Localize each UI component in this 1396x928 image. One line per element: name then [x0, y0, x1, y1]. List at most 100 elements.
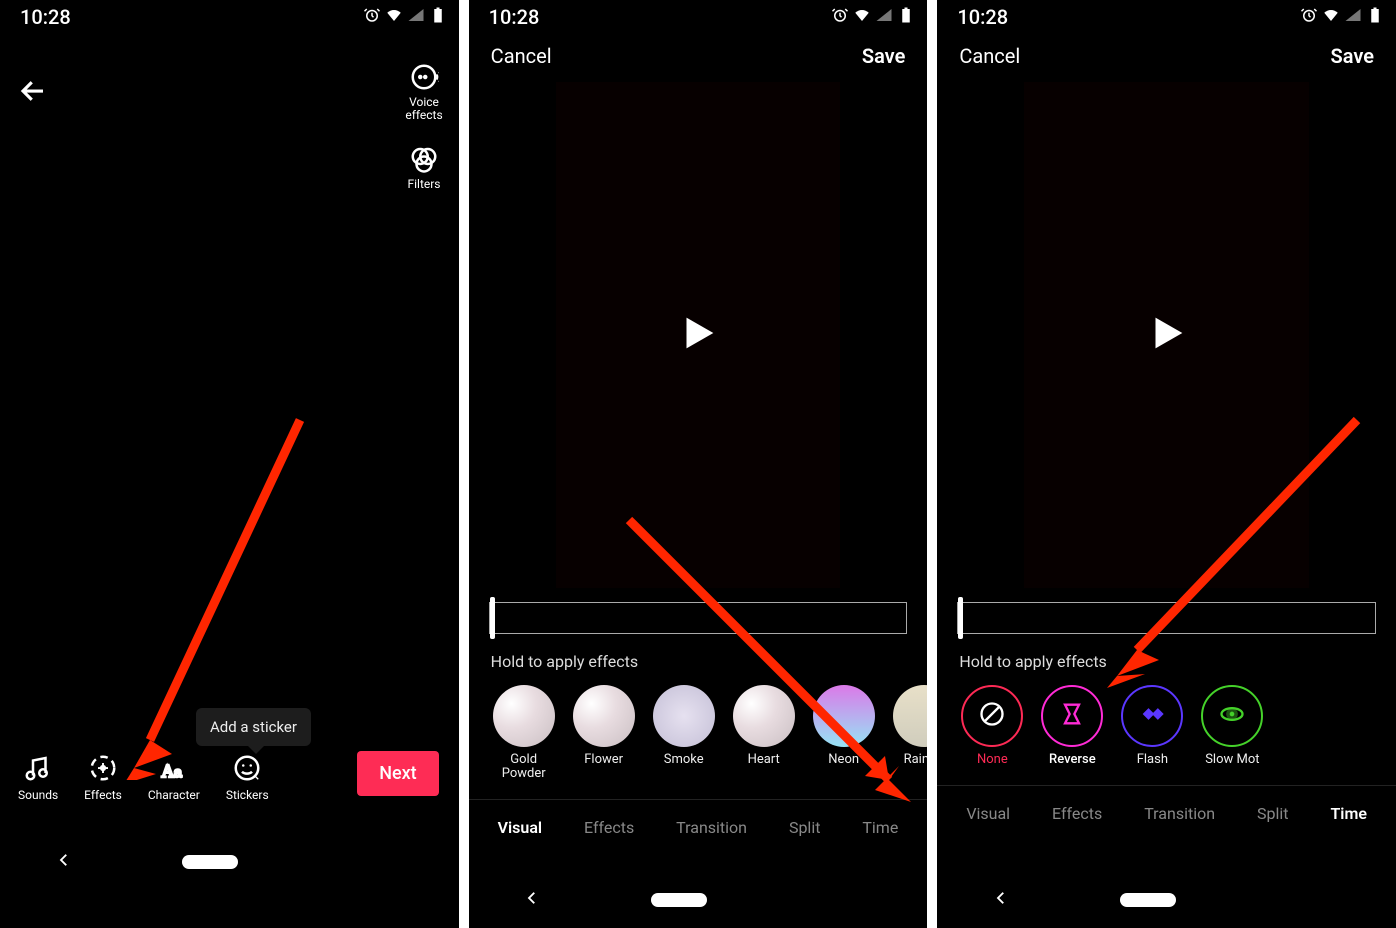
cancel-button[interactable]: Cancel	[959, 44, 1020, 68]
nav-home-icon[interactable]	[182, 855, 238, 869]
flash-icon	[1121, 685, 1183, 747]
effect-none[interactable]: None	[959, 685, 1025, 767]
effect-label: None	[977, 753, 1008, 767]
status-bar: 10:28	[469, 0, 928, 30]
battery-icon	[897, 5, 915, 29]
effect-label: Slow Mot	[1205, 753, 1259, 767]
effect-label: Gold Powder	[502, 753, 546, 782]
effect-gold-powder[interactable]: Gold Powder	[491, 685, 557, 782]
android-navbar	[469, 872, 928, 928]
effect-label: Flash	[1137, 753, 1168, 767]
apply-hint: Hold to apply effects	[937, 634, 1396, 677]
screen-effects-time: 10:28 Cancel Save Hold to apply effects …	[937, 0, 1396, 928]
play-icon[interactable]	[675, 310, 721, 360]
video-preview[interactable]	[1024, 82, 1308, 588]
effect-thumb	[573, 685, 635, 747]
status-bar: 10:28	[937, 0, 1396, 30]
status-time: 10:28	[957, 5, 1008, 29]
nav-home-icon[interactable]	[1120, 893, 1176, 907]
effect-label: Flower	[584, 753, 623, 767]
tab-time[interactable]: Time	[862, 818, 898, 837]
wifi-icon	[853, 5, 871, 29]
effect-label: Rainbo	[904, 753, 928, 767]
effect-rainbow[interactable]: Rainbo	[891, 685, 928, 782]
apply-hint: Hold to apply effects	[469, 634, 928, 677]
filters-label: Filters	[407, 178, 440, 191]
android-navbar	[937, 872, 1396, 928]
status-icons	[1300, 5, 1384, 29]
tab-effects[interactable]: Effects	[584, 818, 634, 837]
tab-split[interactable]: Split	[789, 818, 821, 837]
nav-home-icon[interactable]	[651, 893, 707, 907]
status-time: 10:28	[20, 5, 71, 29]
status-bar: 10:28	[0, 0, 459, 30]
effect-reverse[interactable]: Reverse	[1039, 685, 1105, 767]
cancel-button[interactable]: Cancel	[491, 44, 552, 68]
tab-time[interactable]: Time	[1330, 804, 1367, 823]
next-button[interactable]: Next	[357, 751, 438, 796]
effect-slow-motion[interactable]: Slow Mot	[1199, 685, 1265, 767]
character-label: Character	[148, 789, 200, 802]
slow-motion-icon	[1201, 685, 1263, 747]
playhead[interactable]	[490, 597, 495, 639]
effect-thumb	[733, 685, 795, 747]
battery-icon	[429, 5, 447, 29]
android-navbar	[0, 834, 459, 890]
effect-label: Smoke	[664, 753, 704, 767]
battery-icon	[1366, 5, 1384, 29]
alarm-icon	[1300, 5, 1318, 29]
status-icons	[363, 5, 447, 29]
status-time: 10:28	[489, 5, 540, 29]
effect-neon[interactable]: Neon	[811, 685, 877, 782]
stickers-button[interactable]: Stickers	[226, 753, 269, 802]
tab-transition[interactable]: Transition	[1144, 804, 1215, 823]
save-button[interactable]: Save	[1331, 44, 1374, 68]
none-icon	[961, 685, 1023, 747]
tab-visual[interactable]: Visual	[966, 804, 1010, 823]
stickers-label: Stickers	[226, 789, 269, 802]
screen-effects-visual: 10:28 Cancel Save Hold to apply effects …	[469, 0, 928, 928]
tab-split[interactable]: Split	[1257, 804, 1289, 823]
signal-icon	[407, 5, 425, 29]
effect-thumb	[653, 685, 715, 747]
timeline[interactable]	[489, 602, 908, 634]
nav-back-icon[interactable]	[523, 889, 541, 911]
alarm-icon	[831, 5, 849, 29]
voice-effects-button[interactable]: Voice effects	[405, 62, 442, 122]
sounds-button[interactable]: Sounds	[18, 753, 58, 802]
effects-label: Effects	[84, 789, 122, 802]
wifi-icon	[385, 5, 403, 29]
effect-smoke[interactable]: Smoke	[651, 685, 717, 782]
sticker-tooltip: Add a sticker	[196, 708, 311, 746]
back-button[interactable]	[18, 76, 48, 110]
alarm-icon	[363, 5, 381, 29]
effect-label: Heart	[748, 753, 780, 767]
nav-back-icon[interactable]	[55, 851, 73, 873]
status-icons	[831, 5, 915, 29]
sounds-label: Sounds	[18, 789, 58, 802]
save-button[interactable]: Save	[862, 44, 905, 68]
character-button[interactable]: Aa Character	[148, 753, 200, 802]
filters-button[interactable]: Filters	[407, 144, 440, 191]
video-preview[interactable]	[556, 82, 840, 588]
tab-effects[interactable]: Effects	[1052, 804, 1102, 823]
play-icon[interactable]	[1144, 310, 1190, 360]
signal-icon	[1344, 5, 1362, 29]
effect-heart[interactable]: Heart	[731, 685, 797, 782]
effects-button[interactable]: Effects	[84, 753, 122, 802]
effect-label: Reverse	[1049, 753, 1096, 767]
effect-label: Neon	[828, 753, 859, 767]
effect-flash[interactable]: Flash	[1119, 685, 1185, 767]
wifi-icon	[1322, 5, 1340, 29]
reverse-icon	[1041, 685, 1103, 747]
svg-text:A: A	[161, 761, 174, 781]
tab-visual[interactable]: Visual	[498, 818, 542, 837]
timeline[interactable]	[957, 602, 1376, 634]
screen-editor: 10:28 Voice effects Filters Add a sticke…	[0, 0, 459, 928]
playhead[interactable]	[958, 597, 963, 639]
effect-flower[interactable]: Flower	[571, 685, 637, 782]
effect-thumb	[493, 685, 555, 747]
tab-transition[interactable]: Transition	[676, 818, 747, 837]
nav-back-icon[interactable]	[992, 889, 1010, 911]
effect-thumb	[893, 685, 928, 747]
